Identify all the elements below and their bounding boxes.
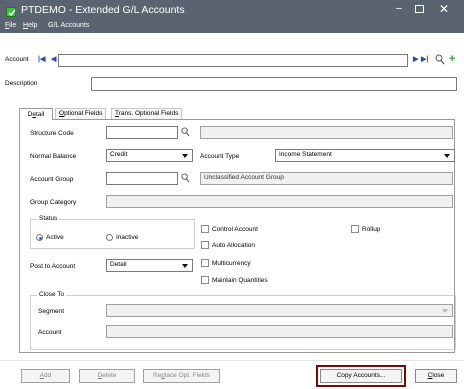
replace-opt-fields-button[interactable]: Replace Opt. Fields [143,369,220,383]
tab-trans-optional-fields[interactable]: Trans. Optional Fields [111,108,183,119]
chevron-down-icon [444,154,450,158]
multicurrency-checkbox[interactable] [201,259,209,267]
menu-help[interactable]: Help [23,22,37,29]
segment-select [106,304,453,317]
account-input[interactable] [58,54,408,67]
previous-record-icon[interactable]: ◀ [51,55,56,63]
structure-code-label: Structure Code [30,130,74,137]
auto-allocation-checkbox[interactable] [201,241,209,249]
group-category-label: Group Category [30,199,77,206]
status-inactive-label: Inactive [116,234,139,241]
first-record-icon[interactable]: |◀ [38,55,45,63]
maintain-quantities-checkbox[interactable] [201,276,209,284]
close-account-field [106,325,453,338]
multicurrency-label: Multicurrency [212,260,251,267]
rollup-checkbox[interactable] [351,225,359,233]
chevron-down-icon [182,264,188,268]
menu-file[interactable]: File [5,22,16,29]
group-category-field [106,195,453,208]
divider [0,360,464,361]
structure-code-finder-icon[interactable] [181,127,190,139]
description-label: Description [5,80,38,87]
minimize-icon[interactable]: − [391,2,407,16]
status-active-radio[interactable] [36,234,43,241]
app-icon [6,7,16,17]
segment-label: Segment [38,308,65,315]
maintain-quantities-label: Maintain Quantities [212,277,268,284]
structure-code-description [200,126,453,139]
account-group-label: Account Group [30,176,74,183]
chevron-down-icon [182,154,188,158]
close-icon[interactable]: ✕ [436,1,452,17]
account-label: Account [5,56,29,63]
normal-balance-select[interactable]: Credit [106,149,193,162]
account-type-select[interactable]: Income Statement [275,149,455,162]
account-group-finder-icon[interactable] [181,173,190,185]
tab-optional-fields[interactable]: Optional Fields [55,108,107,119]
menu-gl-accounts[interactable]: G/L Accounts [48,22,89,29]
next-record-icon[interactable]: ▶ [413,55,418,63]
chevron-down-icon [442,309,448,313]
add-button[interactable]: Add [21,369,70,383]
control-account-checkbox[interactable] [201,225,209,233]
last-record-icon[interactable]: ▶| [421,55,428,63]
close-button[interactable]: Close [415,369,457,383]
delete-button[interactable]: Delete [79,369,135,383]
maximize-icon[interactable] [415,5,424,13]
structure-code-input[interactable] [106,126,178,139]
tab-detail[interactable]: Detail [19,108,53,120]
window-title: PTDEMO - Extended G/L Accounts [21,4,185,16]
description-input[interactable] [91,77,457,91]
auto-allocation-label: Auto Allocation [212,242,256,249]
rollup-label: Rollup [362,226,381,233]
account-group-input[interactable] [106,172,178,185]
status-inactive-radio[interactable] [106,234,113,241]
status-active-label: Active [46,234,64,241]
post-to-account-label: Post to Account [30,263,76,270]
normal-balance-label: Normal Balance [30,153,77,160]
post-to-account-select[interactable]: Detail [106,259,193,272]
control-account-label: Control Account [212,226,258,233]
copy-accounts-button[interactable]: Copy Accounts... [320,369,402,383]
add-new-icon[interactable]: + [449,54,455,65]
account-type-label: Account Type [200,153,240,160]
close-account-label: Account [38,329,62,336]
finder-magnifier-icon[interactable] [435,54,445,67]
account-group-description: Unclassified Account Group [200,172,453,185]
